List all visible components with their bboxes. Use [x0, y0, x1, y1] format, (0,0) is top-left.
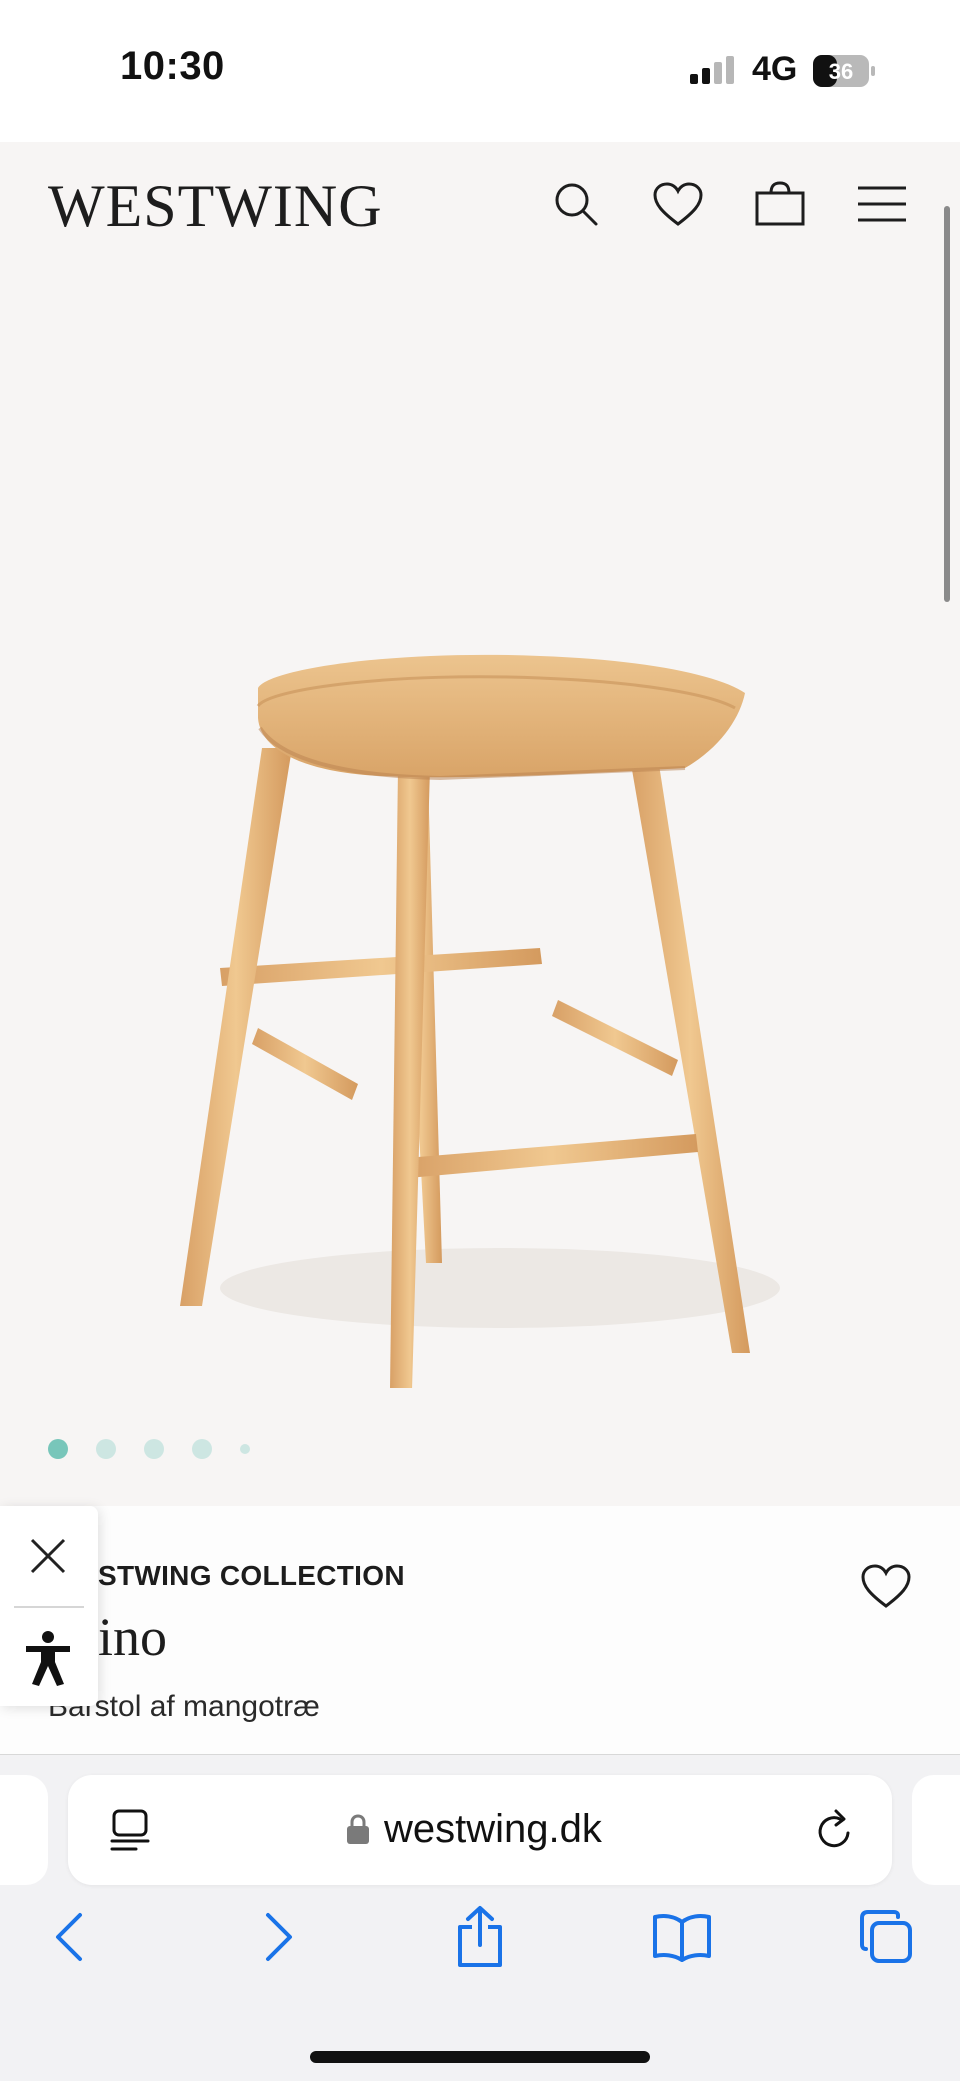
next-tab-preview[interactable] — [912, 1775, 960, 1885]
status-bar: 10:30 4G 36 — [0, 0, 960, 142]
back-icon[interactable] — [38, 1905, 102, 1969]
signal-icon — [690, 56, 734, 84]
product-brand[interactable]: STWING COLLECTION — [98, 1560, 405, 1592]
pagination-dot[interactable] — [240, 1444, 250, 1454]
battery-level: 36 — [829, 59, 853, 84]
accessibility-icon[interactable] — [22, 1630, 74, 1686]
tabs-icon[interactable] — [854, 1905, 918, 1969]
previous-tab-preview[interactable] — [0, 1775, 48, 1885]
page-menu-icon[interactable] — [108, 1807, 152, 1853]
gallery-pagination — [48, 1434, 250, 1464]
scrollbar[interactable] — [944, 206, 950, 602]
wishlist-heart-icon[interactable] — [860, 1562, 912, 1610]
bookmarks-icon[interactable] — [650, 1905, 714, 1969]
forward-icon[interactable] — [246, 1905, 310, 1969]
pagination-dot[interactable] — [144, 1439, 164, 1459]
browser-toolbar — [0, 1905, 960, 1995]
network-label: 4G — [752, 50, 798, 88]
product-name: ino — [98, 1607, 168, 1667]
brand-logo[interactable]: WESTWING — [48, 172, 383, 241]
pagination-dot[interactable] — [48, 1439, 68, 1459]
pagination-dot[interactable] — [96, 1439, 116, 1459]
close-icon[interactable] — [24, 1532, 72, 1580]
browser-bottom-bar: westwing.dk — [0, 1754, 960, 2081]
lock-icon — [347, 1814, 369, 1844]
accessibility-widget — [0, 1506, 98, 1706]
address-bar[interactable]: westwing.dk — [68, 1775, 892, 1885]
battery-icon: 36 — [813, 55, 875, 87]
heart-icon[interactable] — [652, 178, 704, 230]
url-text[interactable]: westwing.dk — [384, 1807, 602, 1852]
reload-icon[interactable] — [812, 1807, 856, 1853]
home-indicator[interactable] — [310, 2051, 650, 2063]
site-header: WESTWING — [0, 142, 960, 268]
share-icon[interactable] — [448, 1905, 512, 1969]
pagination-dot[interactable] — [192, 1439, 212, 1459]
status-time: 10:30 — [120, 44, 225, 88]
bag-icon[interactable] — [754, 178, 806, 230]
product-gallery[interactable] — [0, 268, 960, 1506]
menu-icon[interactable] — [856, 178, 908, 230]
divider — [14, 1606, 84, 1608]
product-image[interactable] — [180, 388, 780, 1388]
search-icon[interactable] — [550, 178, 602, 230]
product-info: STWING COLLECTION ino Barstol af mangotr… — [0, 1506, 960, 1754]
